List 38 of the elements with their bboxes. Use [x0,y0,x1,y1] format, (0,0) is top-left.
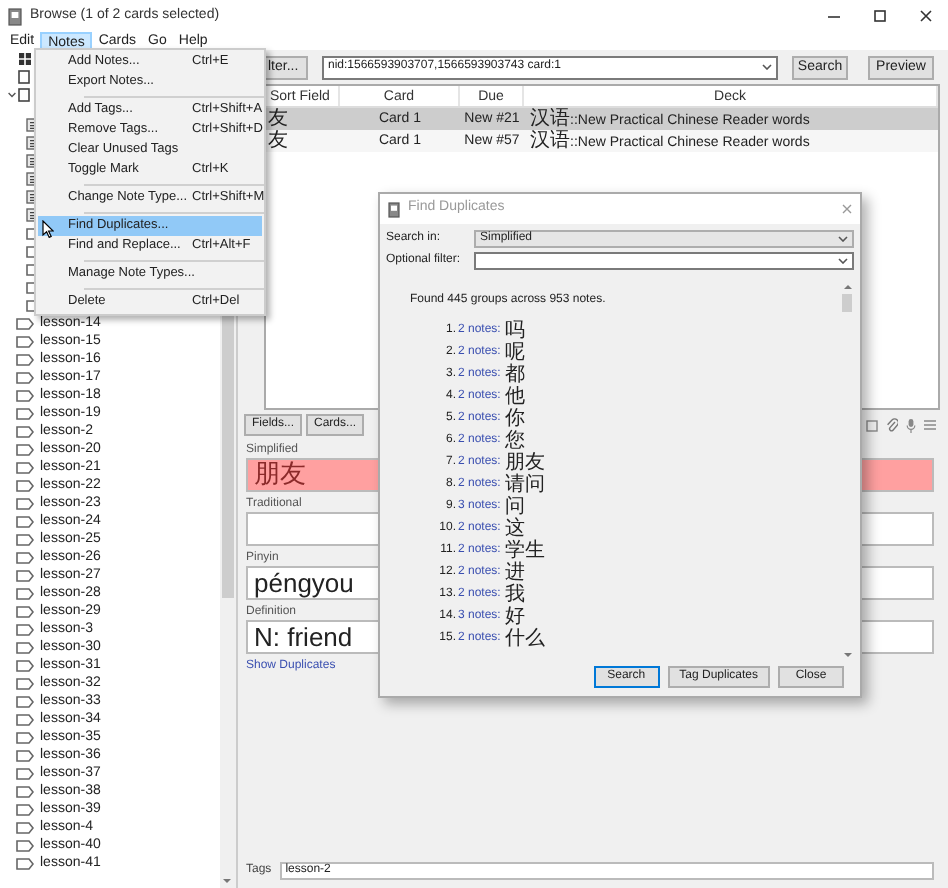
close-icon [842,204,852,214]
menu-icon [924,420,936,430]
duplicate-text: 学生 [504,539,545,561]
table-cell-text: 友 [266,130,290,152]
scrollbar-thumb[interactable] [842,294,852,312]
duplicate-text: 呢 [504,341,525,363]
table-cell-text: 友 [266,108,290,130]
duplicate-text: 进 [504,561,525,583]
duplicate-text: 我 [504,583,525,606]
dropdown-caret-icon [762,64,772,70]
dropdown-caret-icon [838,258,848,264]
duplicate-text: 您 [504,429,525,452]
duplicate-text: 吗 [504,319,525,342]
down-arrow-icon [222,878,232,884]
duplicate-text: 什么 [504,627,545,651]
filter-field[interactable] [474,252,854,270]
close-icon [919,10,931,22]
duplicate-text: 请问 [504,473,545,495]
microphone-icon [906,417,916,433]
minimize-icon [827,15,839,17]
duplicate-text: 这 [504,517,525,539]
scrollbar[interactable] [840,280,854,662]
up-arrow-icon [843,284,851,290]
app-icon [8,7,22,25]
duplicate-text: 都 [504,363,525,385]
chevron-icon [8,92,16,98]
duplicate-text: 他 [504,385,525,408]
cursor-icon [42,220,54,238]
maximize-icon [873,10,885,22]
down-arrow-icon [843,652,851,658]
duplicate-text: 朋友 [504,451,545,473]
paperclip-icon [886,418,898,432]
dropdown-caret-icon [838,236,848,242]
duplicate-text: 你 [504,407,525,429]
duplicate-text: 好 [504,605,525,628]
duplicate-text: 问 [504,495,525,517]
square-icon [866,419,878,431]
app-icon [388,201,400,217]
